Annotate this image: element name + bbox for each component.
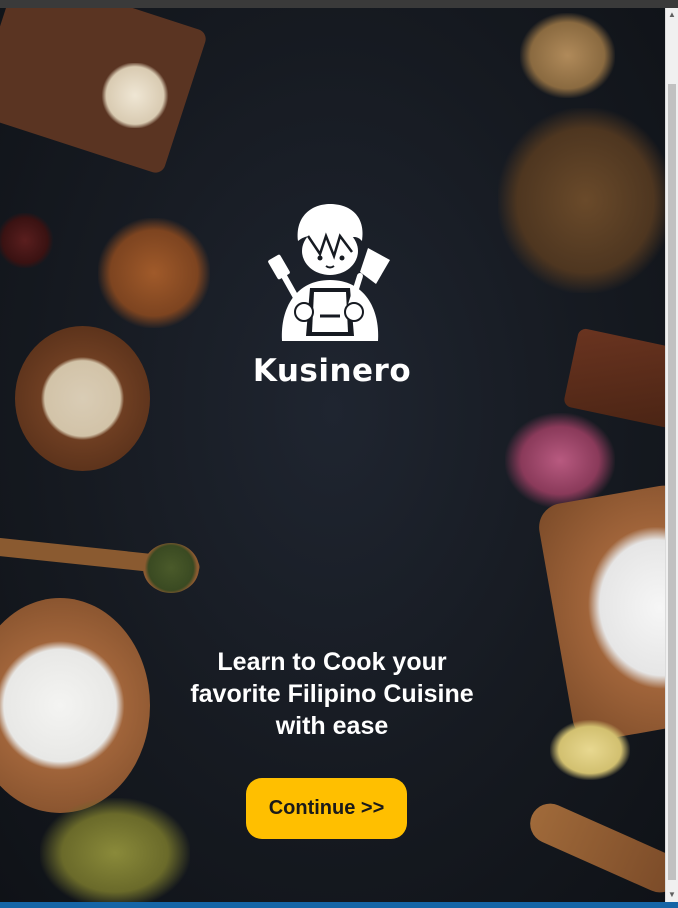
taskbar-edge <box>0 902 678 908</box>
red-beans-decor <box>0 213 55 268</box>
scroll-down-arrow-icon[interactable]: ▼ <box>667 890 677 900</box>
green-seeds-decor <box>143 543 199 593</box>
honey-dipper-decor <box>523 797 665 899</box>
almonds-decor <box>98 218 210 328</box>
scrollbar-thumb[interactable] <box>668 84 676 880</box>
salt-tray-decor <box>535 481 665 745</box>
ginger-spoon-decor <box>550 720 630 780</box>
continue-button[interactable]: Continue >> <box>246 778 407 839</box>
window-top-border <box>0 0 678 8</box>
flour-bowl-decor <box>0 598 150 813</box>
pistachios-decor <box>40 798 190 902</box>
tagline-line-3: with ease <box>275 712 389 740</box>
vertical-scrollbar[interactable]: ▲ ▼ <box>665 8 678 902</box>
brand-name: Kusinero <box>252 353 412 389</box>
splash-screen: Kusinero Learn to Cook your favorite Fil… <box>0 8 665 902</box>
beans-decor <box>100 63 170 128</box>
tagline-line-2: favorite Filipino Cuisine <box>190 680 474 708</box>
wooden-bowl-decor <box>15 326 150 471</box>
walnuts-decor <box>520 13 615 98</box>
chef-logo-icon <box>268 204 390 341</box>
pink-crumbs-decor <box>505 413 615 508</box>
tagline: Learn to Cook your favorite Filipino Cui… <box>152 646 512 742</box>
grain-decor <box>498 108 665 293</box>
tagline-line-1: Learn to Cook your <box>217 648 447 676</box>
scroll-up-arrow-icon[interactable]: ▲ <box>667 10 677 20</box>
